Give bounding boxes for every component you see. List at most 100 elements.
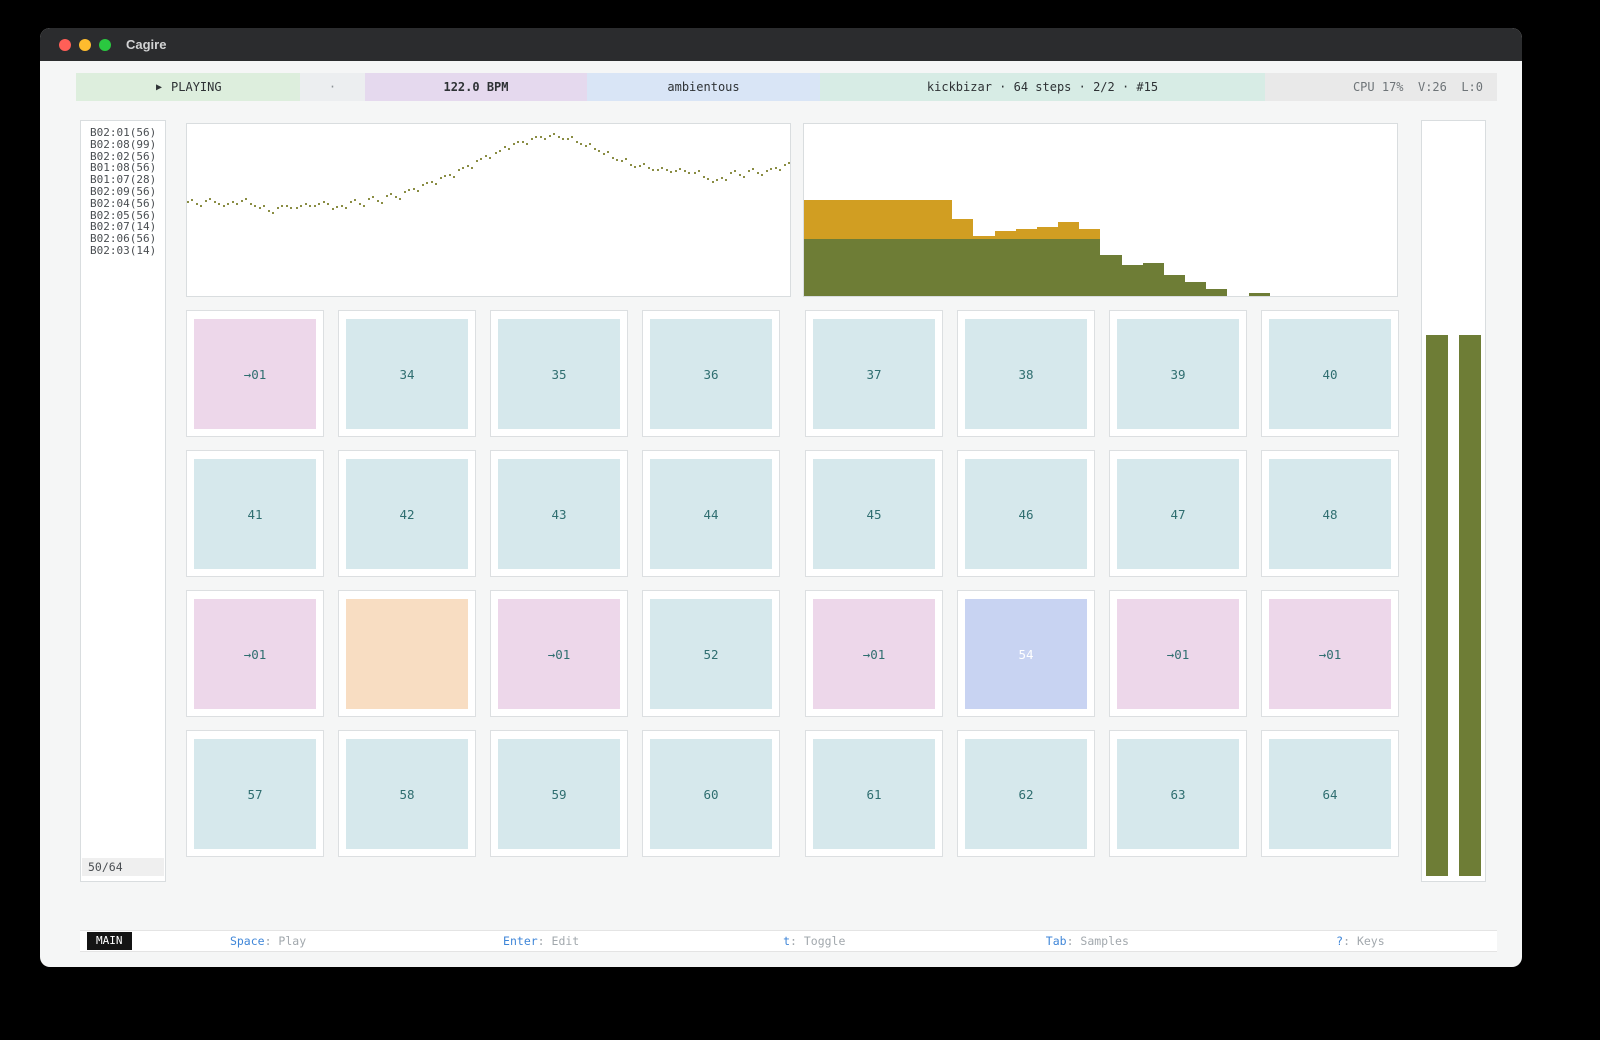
pad[interactable]: 64 [1261, 730, 1399, 857]
histogram-base-segment [931, 239, 952, 296]
pad[interactable]: →01 [1261, 590, 1399, 717]
sample-list-item[interactable]: B02:03(14) [81, 245, 165, 257]
pad[interactable]: 60 [642, 730, 780, 857]
zoom-window-icon[interactable] [99, 39, 111, 51]
pad[interactable]: 45 [805, 450, 943, 577]
pad[interactable]: 48 [1261, 450, 1399, 577]
waveform-dot [522, 141, 524, 143]
pad[interactable]: →01 [186, 310, 324, 437]
pad[interactable]: →01 [186, 590, 324, 717]
waveform-dot [698, 170, 700, 172]
histogram-bar [1376, 124, 1397, 296]
pad-label: 45 [813, 459, 935, 569]
pad[interactable]: 39 [1109, 310, 1247, 437]
waveform-dot [363, 205, 365, 207]
waveform-dot [657, 169, 659, 171]
pad[interactable]: 34 [338, 310, 476, 437]
pad[interactable]: 46 [957, 450, 1095, 577]
pad[interactable]: 37 [805, 310, 943, 437]
histogram-bar [868, 124, 889, 296]
pad[interactable]: 36 [642, 310, 780, 437]
histogram-base-segment [973, 239, 994, 296]
pad[interactable]: →01 [1109, 590, 1247, 717]
pad[interactable]: 61 [805, 730, 943, 857]
waveform-dot [652, 169, 654, 171]
pad[interactable]: 54 [957, 590, 1095, 717]
close-window-icon[interactable] [59, 39, 71, 51]
shortcut-label: : Edit [538, 934, 580, 948]
histogram-base-segment [952, 239, 973, 296]
waveform-dot [594, 148, 596, 150]
pad-label: 63 [1117, 739, 1239, 849]
patch-name[interactable]: ambientous [587, 73, 820, 101]
waveform-dot [359, 203, 361, 205]
pad[interactable]: 57 [186, 730, 324, 857]
histogram-overlay-segment [952, 219, 973, 240]
shortcut-label: : Play [265, 934, 307, 948]
waveform-dot [679, 168, 681, 170]
waveform-dot [643, 163, 645, 165]
waveform-dot [721, 177, 723, 179]
system-stats: CPU 17% V:26 L:0 [1265, 73, 1497, 101]
sample-list-item[interactable]: B02:09(56) [81, 186, 165, 198]
waveform-dot [290, 207, 292, 209]
kit-info[interactable]: kickbizar · 64 steps · 2/2 · #15 [820, 73, 1265, 101]
waveform-dot [517, 141, 519, 143]
pad[interactable]: 42 [338, 450, 476, 577]
waveform-dot [688, 172, 690, 174]
waveform-dot [196, 203, 198, 205]
histogram-base-segment [825, 239, 846, 296]
pad-label: 40 [1269, 319, 1391, 429]
sample-list-item[interactable]: B02:04(56) [81, 198, 165, 210]
waveform-dot [508, 148, 510, 150]
pad[interactable]: 62 [957, 730, 1095, 857]
pad[interactable]: 44 [642, 450, 780, 577]
minimize-window-icon[interactable] [79, 39, 91, 51]
pad[interactable]: 40 [1261, 310, 1399, 437]
pad[interactable]: 47 [1109, 450, 1247, 577]
pad[interactable]: 63 [1109, 730, 1247, 857]
waveform-dot [589, 143, 591, 145]
title-bar: Cagire [40, 28, 1522, 61]
waveform-dot [377, 200, 379, 202]
histogram-chart[interactable] [803, 123, 1398, 297]
pad[interactable]: →01 [805, 590, 943, 717]
transport-status[interactable]: ▶ PLAYING [76, 73, 300, 101]
waveform-dot [332, 208, 334, 210]
level-meter-panel [1421, 120, 1486, 882]
waveform-dot [368, 198, 370, 200]
waveform-dot [585, 145, 587, 147]
histogram-overlay-segment [1016, 229, 1037, 239]
pad[interactable]: 59 [490, 730, 628, 857]
waveform-dot [218, 203, 220, 205]
waveform-dot [625, 158, 627, 160]
sample-list-item[interactable]: B02:08(99) [81, 139, 165, 151]
waveform-dot [263, 205, 265, 207]
waveform-dot [417, 190, 419, 192]
pad[interactable]: 35 [490, 310, 628, 437]
shortcut-hint-edit: Enter: Edit [405, 934, 678, 948]
waveform-dot [779, 169, 781, 171]
waveform-chart[interactable] [186, 123, 791, 297]
waveform-dot [513, 143, 515, 145]
histogram-overlay-segment [931, 200, 952, 240]
pad[interactable]: →01 [490, 590, 628, 717]
waveform-dot [567, 138, 569, 140]
pad[interactable]: 52 [642, 590, 780, 717]
pad[interactable]: 43 [490, 450, 628, 577]
status-bar: MAIN Space: PlayEnter: Editt: ToggleTab:… [80, 930, 1497, 952]
pad-label: 62 [965, 739, 1087, 849]
pad[interactable]: 41 [186, 450, 324, 577]
histogram-base-segment [868, 239, 889, 296]
pad-row: →0134353637383940 [186, 310, 1399, 437]
pad-label: 47 [1117, 459, 1239, 569]
pad[interactable]: 58 [338, 730, 476, 857]
pad[interactable] [338, 590, 476, 717]
waveform-dot [489, 157, 491, 159]
sample-count: 50/64 [82, 858, 164, 876]
pad[interactable]: 38 [957, 310, 1095, 437]
pad-row: 575859606162 6364 [186, 730, 1399, 857]
shortcut-key: Space [230, 934, 265, 948]
bpm-display[interactable]: 122.0 BPM [365, 73, 587, 101]
histogram-overlay-segment [995, 231, 1016, 240]
